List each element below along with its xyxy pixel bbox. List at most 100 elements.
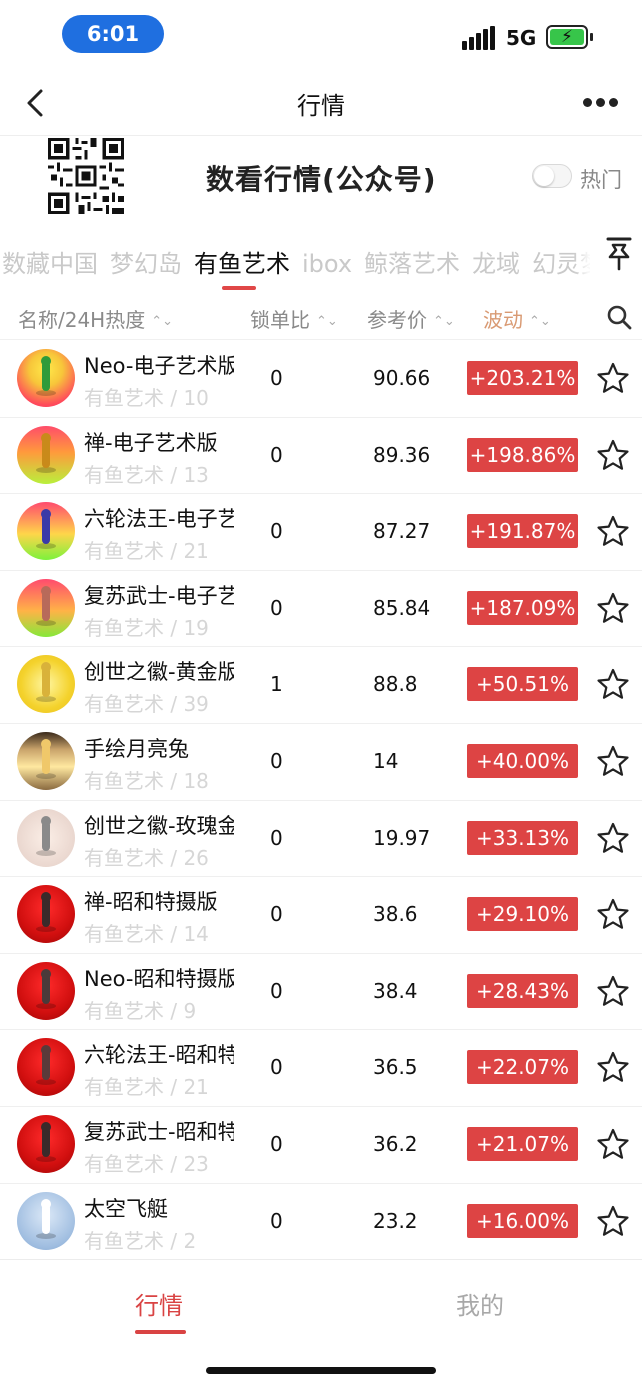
- heat-value: 2: [183, 1228, 197, 1253]
- lock-ratio: 0: [270, 1055, 283, 1080]
- cellular-signal-icon: [462, 26, 498, 50]
- collectible-name: 复苏武士-电子艺术版: [84, 583, 234, 608]
- collectible-meta: 有鱼艺术 / 23: [84, 1148, 209, 1177]
- star-icon[interactable]: [596, 361, 630, 395]
- meta-separator: /: [164, 1075, 184, 1100]
- platform-tab[interactable]: 数藏中国: [2, 244, 98, 279]
- platform-tab[interactable]: 龙域: [472, 244, 520, 279]
- more-icon[interactable]: [583, 98, 619, 108]
- sort-icon: ⌃⌄: [316, 314, 338, 329]
- search-icon[interactable]: [606, 304, 632, 330]
- collectible-thumbnail: [17, 885, 75, 944]
- star-icon[interactable]: [596, 744, 630, 778]
- collectible-name: Neo-电子艺术版: [84, 354, 234, 378]
- star-icon[interactable]: [596, 1050, 630, 1084]
- nav-bar: 行情: [0, 70, 642, 136]
- change-badge: +191.87%: [467, 514, 578, 549]
- heat-value: 9: [183, 998, 197, 1023]
- collectible-thumbnail: [17, 655, 75, 714]
- star-icon[interactable]: [596, 514, 630, 548]
- col-lock-sort[interactable]: 锁单比 ⌃⌄: [250, 304, 338, 333]
- reference-price: 85.84: [373, 595, 431, 620]
- star-icon[interactable]: [596, 897, 630, 931]
- market-row[interactable]: 创世之徽-玫瑰金版有鱼艺术 / 26 0 19.97 +33.13%: [0, 801, 642, 878]
- lock-ratio: 0: [270, 978, 283, 1003]
- change-badge: +187.09%: [467, 590, 578, 625]
- star-icon[interactable]: [596, 974, 630, 1008]
- heat-value: 18: [183, 768, 209, 793]
- collectible-name: Neo-昭和特摄版: [84, 966, 234, 991]
- star-icon[interactable]: [596, 667, 630, 701]
- change-badge: +28.43%: [467, 973, 578, 1008]
- platform-label: 有鱼艺术: [84, 845, 164, 870]
- hot-toggle-label: 热门: [580, 168, 622, 192]
- meta-separator: /: [164, 768, 184, 793]
- pin-icon[interactable]: [604, 236, 634, 272]
- battery-cap: [590, 33, 593, 41]
- change-badge: +16.00%: [467, 1203, 578, 1238]
- market-row[interactable]: 禅-昭和特摄版 有鱼艺术 / 14 0 38.6 +29.10%: [0, 877, 642, 954]
- collectible-meta: 有鱼艺术 / 21: [84, 1071, 209, 1100]
- platform-label: 有鱼艺术: [84, 922, 164, 947]
- tab-mine[interactable]: 我的: [456, 1286, 504, 1321]
- heat-value: 14: [183, 922, 209, 947]
- banner: 数看行情(公众号) 热门: [0, 136, 642, 218]
- market-row[interactable]: 复苏武士-昭和特摄版有鱼艺术 / 23 0 36.2 +21.07%: [0, 1107, 642, 1184]
- market-list: Neo-电子艺术版 有鱼艺术 / 10 0 90.66 +203.21% 禅-电子艺术版有…: [0, 341, 642, 1261]
- hot-toggle[interactable]: [532, 164, 572, 188]
- market-row[interactable]: 创世之徽-黄金版 有鱼艺术 / 39 1 88.8 +50.51%: [0, 647, 642, 724]
- collectible-name: 创世之徽-黄金版: [84, 660, 234, 685]
- market-row[interactable]: 六轮法王-电子艺术版有鱼艺术 / 21 0 87.27 +191.87%: [0, 494, 642, 571]
- star-icon[interactable]: [596, 821, 630, 855]
- reference-price: 87.27: [373, 519, 431, 544]
- meta-separator: /: [164, 998, 184, 1023]
- collectible-name: 六轮法王-电子艺术版: [84, 507, 234, 532]
- platform-label: 有鱼艺术: [84, 1151, 164, 1176]
- market-row[interactable]: Neo-电子艺术版 有鱼艺术 / 10 0 90.66 +203.21%: [0, 341, 642, 418]
- heat-value: 13: [183, 462, 209, 487]
- platform-label: 有鱼艺术: [84, 615, 164, 640]
- collectible-name: 复苏武士-昭和特摄版: [84, 1119, 234, 1144]
- collectible-meta: 有鱼艺术 / 18: [84, 765, 209, 794]
- collectible-thumbnail: [17, 425, 75, 484]
- col-name-sort[interactable]: 名称/24H热度 ⌃⌄: [18, 304, 173, 333]
- reference-price: 89.36: [373, 442, 431, 467]
- collectible-thumbnail: [17, 961, 75, 1020]
- platform-tab[interactable]: ibox: [302, 250, 352, 278]
- meta-separator: /: [164, 615, 184, 640]
- market-row[interactable]: Neo-昭和特摄版 有鱼艺术 / 9 0 38.4 +28.43%: [0, 954, 642, 1031]
- tab-quote[interactable]: 行情: [135, 1286, 183, 1321]
- star-icon[interactable]: [596, 438, 630, 472]
- collectible-name: 手绘月亮兔: [84, 736, 189, 761]
- platform-tab[interactable]: 鲸落艺术: [364, 244, 460, 279]
- platform-tabs: 数藏中国 梦幻岛 有鱼艺术 ibox 鲸落艺术 龙域 幻灵梦: [0, 232, 642, 292]
- market-row[interactable]: 太空飞艇 有鱼艺术 / 2 0 23.2 +16.00%: [0, 1184, 642, 1261]
- meta-separator: /: [164, 462, 184, 487]
- heat-value: 21: [183, 1075, 209, 1100]
- reference-price: 19.97: [373, 825, 431, 850]
- platform-tab[interactable]: 有鱼艺术: [194, 244, 290, 279]
- platform-tab[interactable]: 梦幻岛: [110, 244, 182, 279]
- platform-label: 有鱼艺术: [84, 1075, 164, 1100]
- banner-title: 数看行情(公众号): [206, 163, 437, 196]
- star-icon[interactable]: [596, 1204, 630, 1238]
- reference-price: 36.5: [373, 1055, 418, 1080]
- reference-price: 36.2: [373, 1131, 418, 1156]
- reference-price: 38.6: [373, 902, 418, 927]
- collectible-thumbnail: [17, 1038, 75, 1097]
- market-row[interactable]: 手绘月亮兔 有鱼艺术 / 18 0 14 +40.00%: [0, 724, 642, 801]
- star-icon[interactable]: [596, 591, 630, 625]
- reference-price: 88.8: [373, 672, 418, 697]
- star-icon[interactable]: [596, 1127, 630, 1161]
- market-row[interactable]: 复苏武士-电子艺术版有鱼艺术 / 19 0 85.84 +187.09%: [0, 571, 642, 648]
- market-row[interactable]: 禅-电子艺术版 有鱼艺术 / 13 0 89.36 +198.86%: [0, 418, 642, 495]
- collectible-thumbnail: [17, 1114, 75, 1173]
- meta-separator: /: [164, 845, 184, 870]
- collectible-meta: 有鱼艺术 / 9: [84, 995, 196, 1024]
- col-lock-label: 锁单比: [250, 308, 310, 332]
- col-price-sort[interactable]: 参考价 ⌃⌄: [367, 304, 455, 333]
- market-row[interactable]: 六轮法王-昭和特摄版有鱼艺术 / 21 0 36.5 +22.07%: [0, 1030, 642, 1107]
- collectible-meta: 有鱼艺术 / 2: [84, 1225, 196, 1254]
- platform-label: 有鱼艺术: [84, 768, 164, 793]
- col-wave-sort[interactable]: 波动 ⌃⌄: [483, 304, 551, 333]
